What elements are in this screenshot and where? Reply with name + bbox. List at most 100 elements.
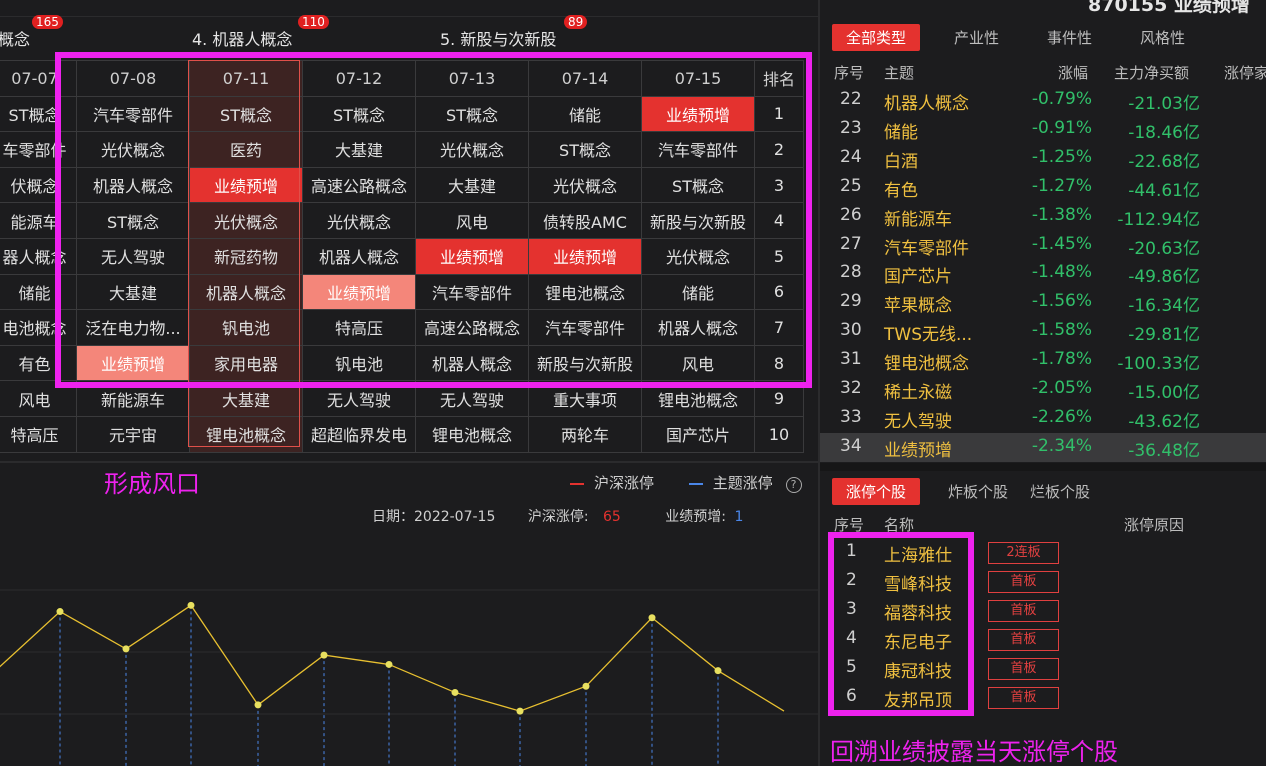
theme-name: 白酒 [884,151,918,172]
theme-pct: -2.05% [1031,378,1092,398]
type-tabs: 全部类型 产业性 事件性 风格性 [832,24,1219,51]
theme-name: TWS无线... [884,325,973,346]
theme-row[interactable]: 24 白酒 -1.25% -22.68亿 [820,144,1266,173]
annotation-caption-right: 回溯业绩披露当天涨停个股 [830,738,1118,766]
grid-theme-cell[interactable]: 元宇宙 [76,415,190,453]
chart-point [320,651,328,659]
theme-row[interactable]: 27 汽车零部件 -1.45% -20.63亿 [820,231,1266,260]
theme-name: 机器人概念 [884,94,969,114]
theme-row[interactable]: 33 无人驾驶 -2.26% -43.62亿 [820,404,1266,433]
grid-theme-cell[interactable]: 锂电池概念 [189,415,303,453]
chart-point [451,688,459,696]
chart-point [582,682,590,690]
hot-theme-4[interactable]: 4. 机器人概念 110 [192,15,329,50]
tab-style[interactable]: 风格性 [1126,24,1199,51]
chart-point [385,660,393,668]
theme-name: 业绩预增 [884,440,952,461]
stock-tabs: 涨停个股 炸板个股 烂板个股 [832,478,1118,505]
theme-name: 储能 [884,122,918,143]
theme-row[interactable]: 25 有色 -1.27% -44.61亿 [820,173,1266,202]
theme-col-idx[interactable]: 序号 [834,62,864,83]
chart-point [648,614,656,622]
theme-flow: -36.48亿 [1128,440,1200,461]
chart-point [187,601,195,609]
info-date: 日期：2022-07-15 [372,509,496,525]
chart-point [56,608,64,616]
theme-row[interactable]: 28 国产芯片 -1.48% -49.86亿 [820,259,1266,288]
theme-pct: -0.79% [1031,89,1092,109]
grid-theme-cell[interactable]: 锂电池概念 [415,415,529,453]
grid-theme-cell[interactable]: 超超临界发电 [302,415,416,453]
theme-flow: -49.86亿 [1128,267,1200,288]
theme-flow: -100.33亿 [1117,354,1200,375]
hot-theme-label: 4. 机器人概念 [192,30,293,49]
theme-pct: -1.78% [1031,349,1092,370]
theme-flow: -16.34亿 [1128,296,1200,317]
tab-event[interactable]: 事件性 [1033,24,1106,51]
info-hs-value: 65 [603,509,621,525]
theme-pct: -1.56% [1031,291,1092,312]
theme-col-pct[interactable]: 涨幅 [1058,62,1088,83]
tab-limit-up[interactable]: 涨停个股 [832,478,921,505]
theme-name: 汽车零部件 [884,238,969,259]
theme-name: 锂电池概念 [884,354,969,375]
legend-series1: 沪深涨停 [594,474,655,492]
grid-rank-cell: 10 [754,415,804,453]
theme-name: 稀土永磁 [884,383,952,403]
stock-col-reason: 涨停原因 [1124,516,1185,534]
tab-industry[interactable]: 产业性 [940,24,1013,51]
theme-col-extra[interactable]: 涨停家 [1224,62,1266,83]
theme-row[interactable]: 30 TWS无线... -1.58% -29.81亿 [820,317,1266,346]
stock-board-tag: 首板 [988,571,1059,593]
theme-flow: -22.68亿 [1128,151,1200,172]
theme-pct: -2.34% [1031,435,1092,456]
theme-flow: -43.62亿 [1128,411,1200,432]
tab-broken-board[interactable]: 炸板个股 [940,478,1016,505]
tab-weak-board[interactable]: 烂板个股 [1022,478,1098,505]
theme-series-line [0,604,785,712]
grid-theme-cell[interactable]: 国产芯片 [641,415,755,453]
theme-flow: -15.00亿 [1128,383,1200,403]
top-divider [0,16,818,17]
theme-col-flow[interactable]: 主力净买额 [1114,62,1189,83]
theme-row[interactable]: 23 储能 -0.91% -18.46亿 [820,115,1266,144]
annotation-caption-left: 形成风口 [104,470,200,498]
stock-board-tag: 首板 [988,600,1059,622]
grid-row: 特高压 元宇宙 锂电池概念 超超临界发电 锂电池概念 两轮车 国产芯片 10 [0,415,804,453]
theme-idx: 33 [840,406,862,427]
hot-theme-label: 5. 新股与次新股 [440,30,557,49]
theme-idx: 23 [840,117,862,138]
hot-theme-5[interactable]: 5. 新股与次新股 89 [440,15,588,50]
theme-flow: -20.63亿 [1128,238,1200,259]
theme-idx: 32 [840,378,862,398]
theme-row[interactable]: 26 新能源车 -1.38% -112.94亿 [820,202,1266,231]
theme-row[interactable]: 22 机器人概念 -0.79% -21.03亿 [820,86,1266,115]
chart-point [714,667,722,675]
chart-info-bar: 日期：2022-07-15 沪深涨停: 65 业绩预增: 1 [372,506,743,526]
stock-board-tag: 首板 [988,687,1059,709]
chart-point [254,701,262,709]
limit-up-line-chart [0,589,818,766]
legend-blue-swatch [688,482,703,485]
theme-row[interactable]: 32 稀土永磁 -2.05% -15.00亿 [820,375,1266,404]
theme-idx: 27 [840,233,862,254]
theme-flow: -112.94亿 [1117,209,1200,230]
tab-all-types[interactable]: 全部类型 [832,24,921,51]
theme-idx: 24 [840,146,862,167]
theme-col-name[interactable]: 主题 [884,62,914,83]
hot-theme-3[interactable]: 概念 165 [0,15,63,50]
annotation-box-grid [55,52,812,388]
theme-row[interactable]: 31 锂电池概念 -1.78% -100.33亿 [820,346,1266,375]
left-panel: 概念 165 4. 机器人概念 110 5. 新股与次新股 89 07-07 07… [0,0,818,766]
help-icon[interactable]: ? [785,477,802,493]
theme-pct: -1.48% [1031,262,1092,283]
theme-flow: -18.46亿 [1128,122,1200,143]
legend-series2: 主题涨停 [712,474,773,492]
theme-row[interactable]: 34 业绩预增 -2.34% -36.48亿 [820,432,1266,462]
theme-name: 有色 [884,180,918,201]
theme-idx: 30 [840,320,862,341]
theme-row[interactable]: 29 苹果概念 -1.56% -16.34亿 [820,288,1266,317]
grid-theme-cell[interactable]: 两轮车 [528,415,642,453]
annotation-box-stocks [828,532,974,716]
grid-theme-cell[interactable]: 特高压 [0,415,77,453]
